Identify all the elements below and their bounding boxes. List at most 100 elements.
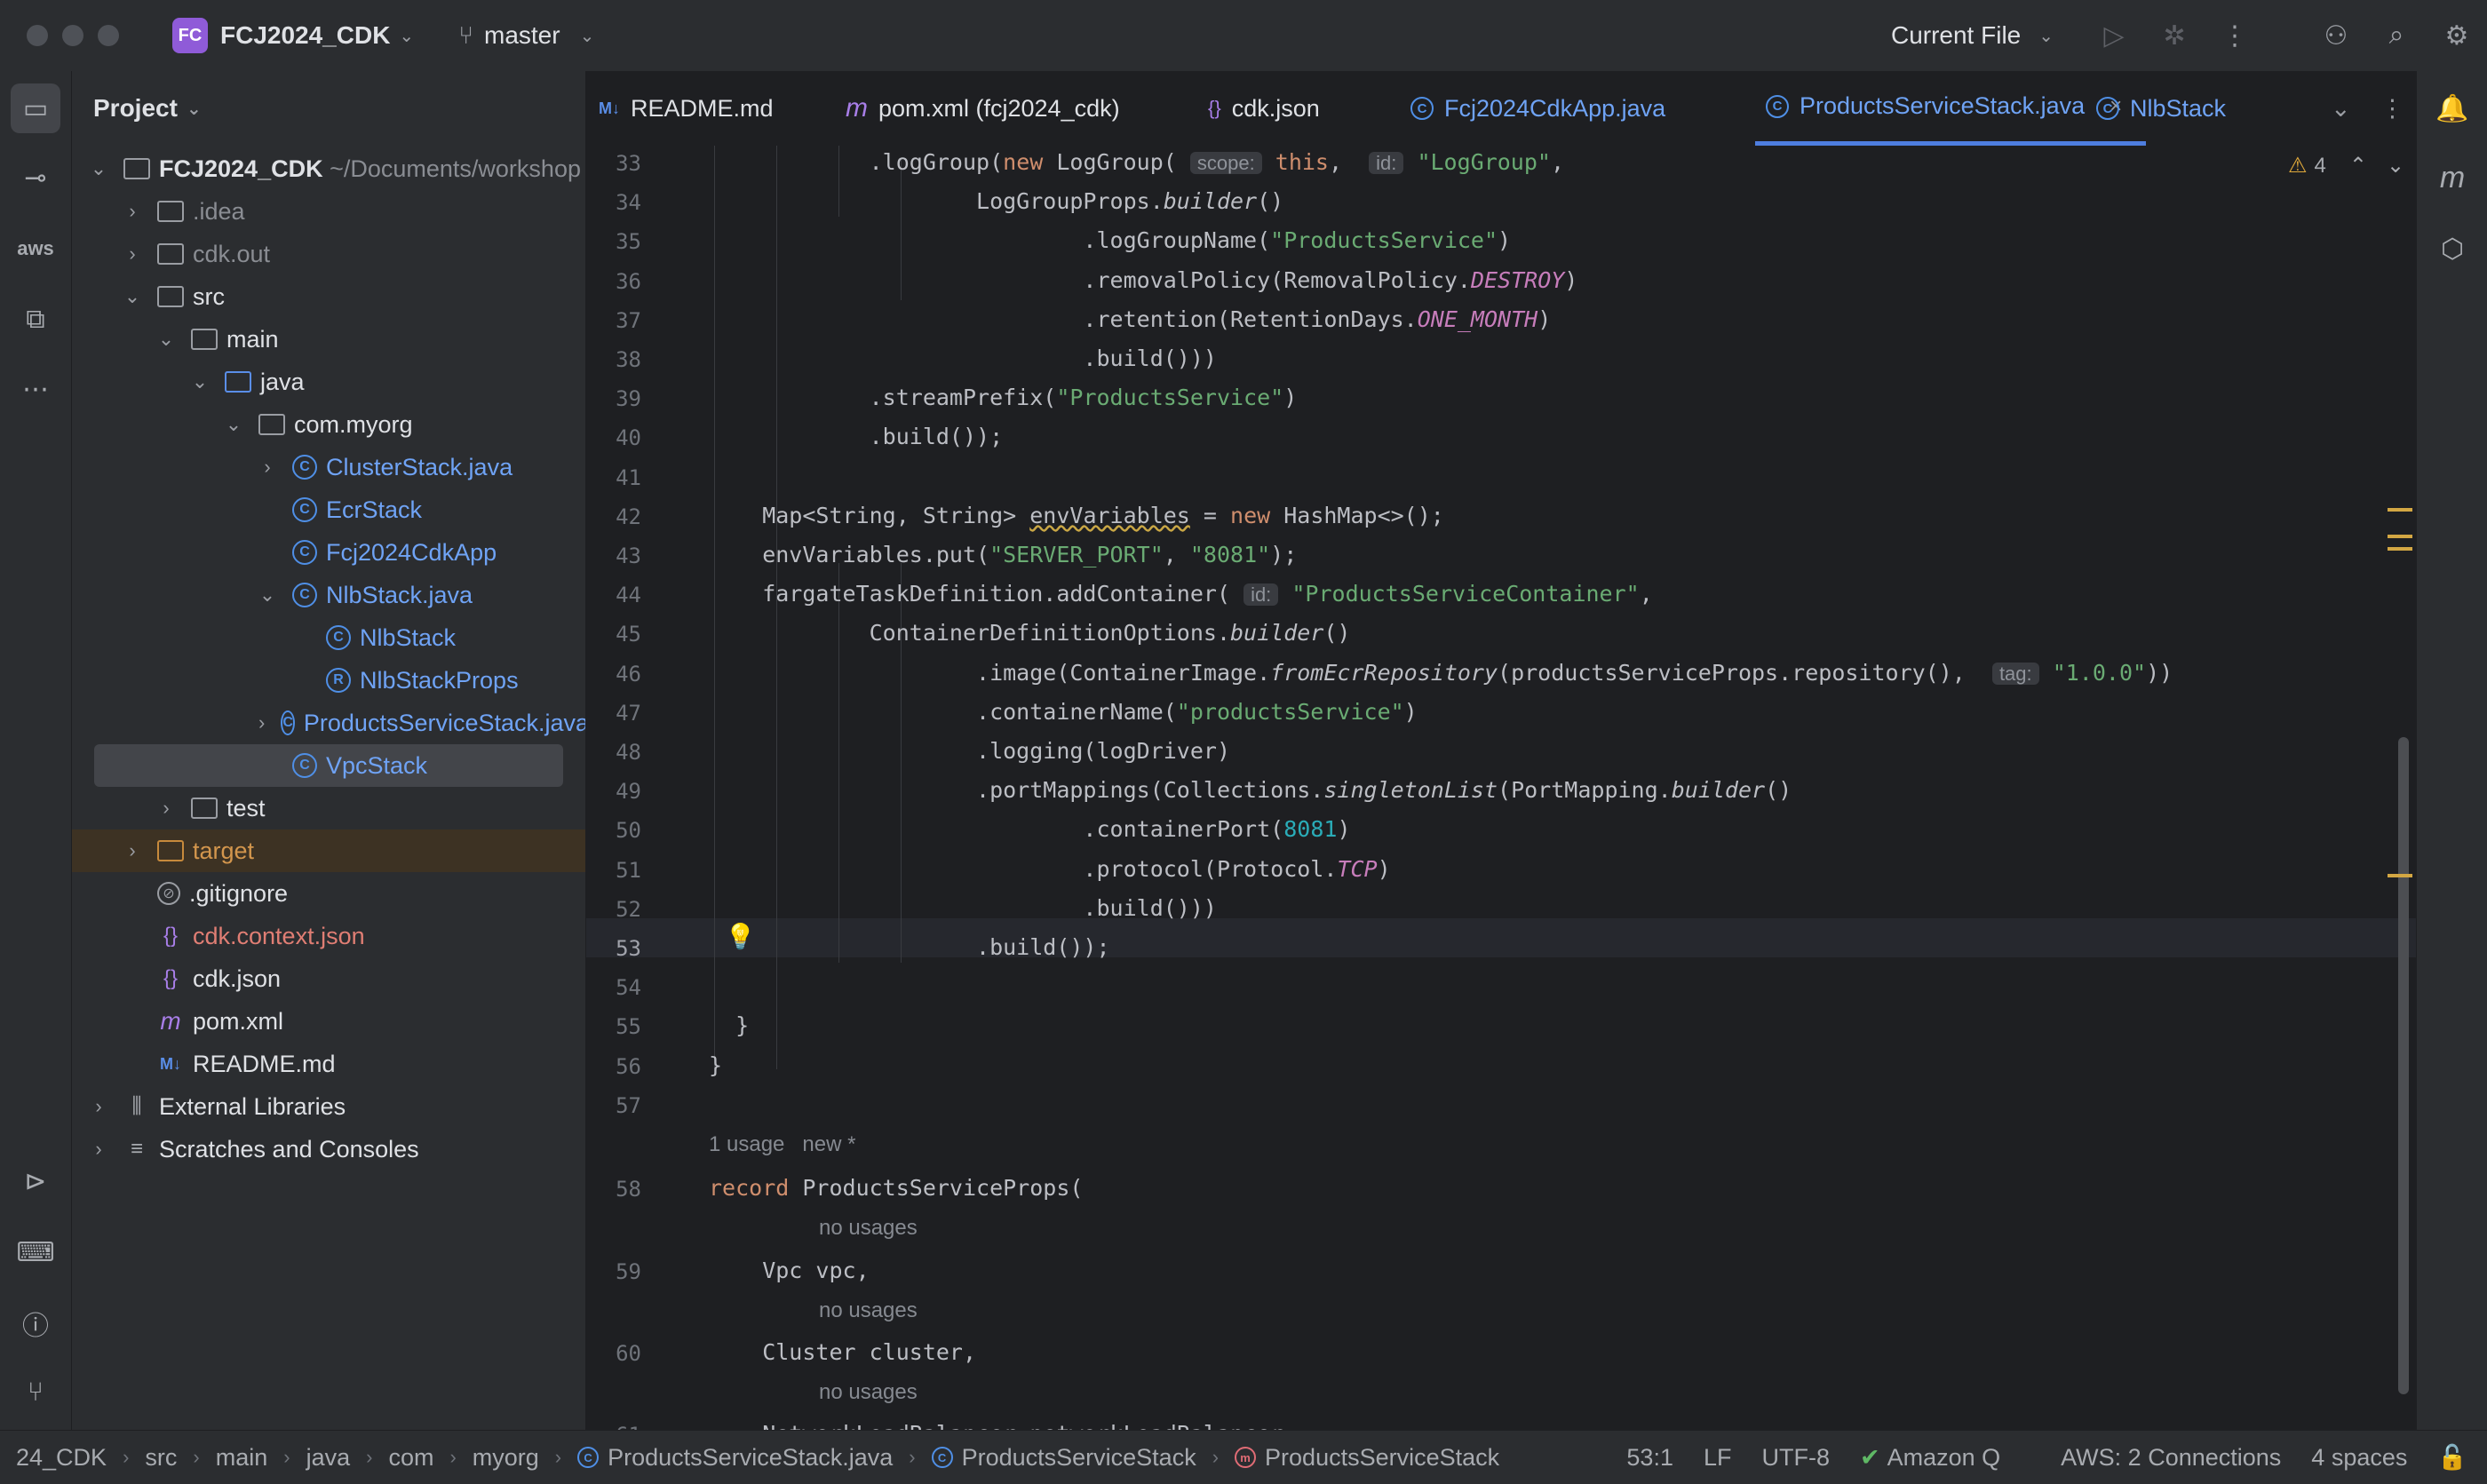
code-line[interactable]: } (709, 1012, 749, 1038)
code-line[interactable]: .image(ContainerImage.fromEcrRepository(… (709, 660, 2173, 686)
chevron-right-icon[interactable]: › (90, 1095, 107, 1118)
tree-item[interactable]: ⌄ FCJ2024_CDK ~/Documents/workshop (72, 147, 585, 190)
add-user-icon[interactable]: ⚇ (2318, 18, 2354, 53)
bulb-icon[interactable]: 💡 (725, 922, 756, 951)
tabs-dropdown-button[interactable]: ⌄ (2331, 71, 2351, 146)
code-line[interactable]: .portMappings(Collections.singletonList(… (709, 777, 1792, 803)
code-line[interactable]: .retention(RetentionDays.ONE_MONTH) (709, 306, 1551, 332)
vcs-branch-widget[interactable]: ⑂ master ⌄ (458, 21, 594, 50)
tree-item[interactable]: › C ProductsServiceStack.java (72, 702, 585, 744)
warning-stripe-mark[interactable] (2388, 874, 2412, 877)
amazon-q-status[interactable]: ✔ Amazon Q (1860, 1444, 2030, 1472)
chevron-right-icon[interactable]: › (258, 711, 265, 734)
chevron-down-icon[interactable]: ⌄ (225, 413, 242, 436)
next-highlight-icon[interactable]: ⌄ (2387, 153, 2404, 179)
code-vision-usages[interactable]: 1 usage new * (709, 1132, 855, 1157)
editor-tab[interactable]: {} cdk.json (1208, 71, 1320, 146)
tree-item[interactable]: {} cdk.context.json (72, 915, 585, 957)
code-vision-usages[interactable]: no usages (819, 1298, 918, 1323)
editor-tab[interactable]: C Fcj2024CdkApp.java (1410, 71, 1665, 146)
chevron-right-icon[interactable]: › (157, 797, 175, 820)
code-editor[interactable]: 33 .logGroup(new LogGroup( scope: this, … (586, 146, 2416, 1430)
warning-stripe-mark[interactable] (2388, 535, 2412, 538)
code-line[interactable]: Vpc vpc, (709, 1258, 869, 1283)
project-badge[interactable]: FC (172, 18, 208, 53)
code-line[interactable]: .containerName("productsService") (709, 699, 1418, 725)
code-line[interactable]: .build())) (709, 345, 1217, 371)
tabs-more-icon[interactable]: ⋮ (2380, 71, 2404, 146)
chevron-right-icon[interactable]: › (258, 456, 276, 479)
minimize-window-button[interactable] (62, 25, 83, 46)
tree-item[interactable]: › C ClusterStack.java (72, 446, 585, 488)
tree-item[interactable]: R NlbStackProps (72, 659, 585, 702)
run-icon[interactable]: ▷ (2096, 18, 2132, 53)
more-actions-icon[interactable]: ⋮ (2217, 18, 2253, 53)
search-icon[interactable]: ⌕ (2379, 18, 2414, 53)
run-config-selector[interactable]: Current File (1891, 21, 2021, 50)
code-line[interactable]: .build()); (709, 424, 1004, 449)
breadcrumb-item[interactable]: com (388, 1444, 433, 1472)
editor-tab[interactable]: C ProductsServiceStack.java × (1755, 71, 2146, 146)
tree-item[interactable]: m pom.xml (72, 1000, 585, 1043)
editor-tab[interactable]: C NlbStack (2096, 71, 2226, 146)
code-line[interactable]: .logGroup(new LogGroup( scope: this, id:… (709, 149, 1564, 175)
code-line[interactable]: ContainerDefinitionOptions.builder() (709, 620, 1351, 646)
code-line[interactable]: envVariables.put("SERVER_PORT", "8081"); (709, 542, 1297, 567)
services-run-icon[interactable]: ⊳ (11, 1156, 60, 1206)
git-icon[interactable]: ⑂ (11, 1368, 60, 1417)
vertical-scrollbar[interactable] (2398, 737, 2409, 1394)
tree-item[interactable]: › .idea (72, 190, 585, 233)
close-window-button[interactable] (27, 25, 48, 46)
tree-item[interactable]: C VpcStack (94, 744, 563, 787)
breadcrumb-item[interactable]: src (145, 1444, 177, 1472)
chevron-down-icon[interactable]: ⌄ (123, 285, 141, 308)
project-panel-header[interactable]: Project ⌄ (72, 71, 585, 146)
line-separator[interactable]: LF (1704, 1444, 1732, 1472)
tree-item[interactable]: › target (72, 829, 585, 872)
warning-stripe-mark[interactable] (2388, 508, 2412, 512)
aws-connections[interactable]: AWS: 2 Connections (2061, 1444, 2281, 1472)
code-line[interactable]: Map<String, String> envVariables = new H… (709, 503, 1444, 528)
debug-icon[interactable]: ✲ (2157, 18, 2192, 53)
breadcrumb-item[interactable]: 24_CDK (16, 1444, 107, 1472)
tree-item[interactable]: ⌄ src (72, 275, 585, 318)
code-vision-usages[interactable]: no usages (819, 1216, 918, 1241)
tree-item[interactable]: ⌄ main (72, 318, 585, 361)
settings-gear-icon[interactable]: ⚙ (2439, 18, 2475, 53)
code-line[interactable]: .build())) (709, 895, 1217, 921)
breadcrumb-item[interactable]: myorg (473, 1444, 539, 1472)
maximize-window-button[interactable] (98, 25, 119, 46)
tree-item[interactable]: › ≡ Scratches and Consoles (72, 1128, 585, 1171)
notifications-bell-icon[interactable]: 🔔 (2427, 83, 2477, 133)
tree-item[interactable]: ⌄ com.myorg (72, 403, 585, 446)
terminal-icon[interactable]: ⌨ (11, 1227, 60, 1277)
tree-item[interactable]: › test (72, 787, 585, 829)
breadcrumb-item[interactable]: java (306, 1444, 351, 1472)
breadcrumb-item[interactable]: main (216, 1444, 268, 1472)
tree-item[interactable]: › cdk.out (72, 233, 585, 275)
chevron-right-icon[interactable]: › (123, 839, 141, 862)
code-line[interactable]: .logging(logDriver) (709, 738, 1230, 764)
tree-item[interactable]: › ⫼ External Libraries (72, 1085, 585, 1128)
code-line[interactable]: .logGroupName("ProductsService") (709, 227, 1511, 253)
tree-item[interactable]: ⊘ .gitignore (72, 872, 585, 915)
read-only-lock-icon[interactable]: 🔓 (2437, 1443, 2467, 1472)
breadcrumb-item[interactable]: m ProductsServiceStack (1235, 1444, 1499, 1472)
chevron-down-icon[interactable]: ⌄ (191, 370, 209, 393)
tree-item[interactable]: ⌄ C NlbStack.java (72, 574, 585, 616)
code-vision-usages[interactable]: no usages (819, 1380, 918, 1405)
editor-tab[interactable]: m pom.xml (fcj2024_cdk) (846, 71, 1120, 146)
caret-position[interactable]: 53:1 (1626, 1444, 1673, 1472)
commit-icon[interactable]: ⊸ (11, 153, 60, 202)
code-line[interactable]: .build()); (709, 934, 1110, 960)
maven-icon[interactable]: m (2427, 153, 2477, 202)
code-line[interactable]: LogGroupProps.builder() (709, 188, 1283, 214)
chevron-down-icon[interactable]: ⌄ (157, 328, 175, 351)
breadcrumb-item[interactable]: C ProductsServiceStack.java (577, 1444, 893, 1472)
chevron-right-icon[interactable]: › (123, 200, 141, 223)
editor-tab[interactable]: M↓ README.md (599, 71, 774, 146)
aws-toolkit-icon[interactable]: aws (11, 224, 60, 274)
chevron-down-icon[interactable]: ⌄ (90, 157, 107, 180)
problems-icon[interactable]: ⓘ (11, 1298, 60, 1348)
indent-setting[interactable]: 4 spaces (2311, 1444, 2407, 1472)
